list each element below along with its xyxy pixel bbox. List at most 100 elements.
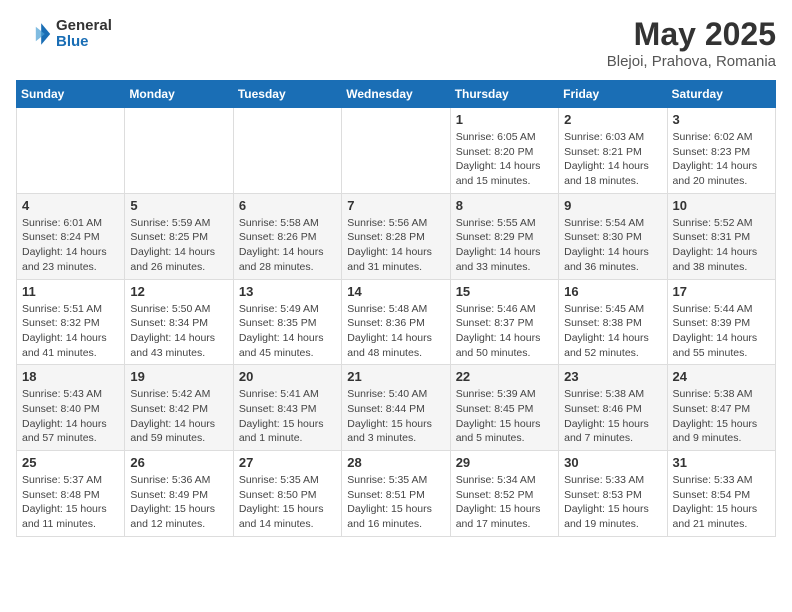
day-number: 1: [456, 112, 553, 127]
weekday-header-tuesday: Tuesday: [233, 81, 341, 108]
day-number: 6: [239, 198, 336, 213]
page-header: General Blue May 2025 Blejoi, Prahova, R…: [16, 16, 776, 70]
day-info: Sunrise: 5:35 AM Sunset: 8:50 PM Dayligh…: [239, 473, 336, 532]
empty-cell: [17, 108, 125, 194]
weekday-header-saturday: Saturday: [667, 81, 775, 108]
day-info: Sunrise: 5:54 AM Sunset: 8:30 PM Dayligh…: [564, 216, 661, 275]
day-info: Sunrise: 6:03 AM Sunset: 8:21 PM Dayligh…: [564, 130, 661, 189]
day-info: Sunrise: 5:52 AM Sunset: 8:31 PM Dayligh…: [673, 216, 770, 275]
day-number: 27: [239, 455, 336, 470]
day-info: Sunrise: 5:35 AM Sunset: 8:51 PM Dayligh…: [347, 473, 444, 532]
day-cell-18: 18Sunrise: 5:43 AM Sunset: 8:40 PM Dayli…: [17, 365, 125, 451]
day-number: 3: [673, 112, 770, 127]
day-cell-16: 16Sunrise: 5:45 AM Sunset: 8:38 PM Dayli…: [559, 279, 667, 365]
day-info: Sunrise: 5:59 AM Sunset: 8:25 PM Dayligh…: [130, 216, 227, 275]
week-row-2: 4Sunrise: 6:01 AM Sunset: 8:24 PM Daylig…: [17, 193, 776, 279]
day-cell-19: 19 Sunrise: 5:42 AM Sunset: 8:42 PM Dayli…: [125, 365, 233, 451]
day-info: Sunrise: 5:44 AM Sunset: 8:39 PM Dayligh…: [673, 302, 770, 361]
day-number: 23: [564, 369, 661, 384]
title-block: May 2025 Blejoi, Prahova, Romania: [607, 16, 776, 70]
empty-cell: [233, 108, 341, 194]
day-number: 11: [22, 284, 119, 299]
day-info: Sunrise: 6:02 AM Sunset: 8:23 PM Dayligh…: [673, 130, 770, 189]
day-cell-31: 31Sunrise: 5:33 AM Sunset: 8:54 PM Dayli…: [667, 451, 775, 537]
day-info: Sunrise: 5:55 AM Sunset: 8:29 PM Dayligh…: [456, 216, 553, 275]
day-cell-9: 9 Sunrise: 5:54 AM Sunset: 8:30 PM Daylig…: [559, 193, 667, 279]
day-number: 28: [347, 455, 444, 470]
day-number: 9: [564, 198, 661, 213]
day-info: Sunrise: 5:34 AM Sunset: 8:52 PM Dayligh…: [456, 473, 553, 532]
day-info: Sunrise: 5:33 AM Sunset: 8:53 PM Dayligh…: [564, 473, 661, 532]
week-row-3: 11Sunrise: 5:51 AM Sunset: 8:32 PM Dayli…: [17, 279, 776, 365]
weekday-header-monday: Monday: [125, 81, 233, 108]
logo-text: General Blue: [56, 18, 112, 51]
day-cell-25: 25 Sunrise: 5:37 AM Sunset: 8:48 PM Dayli…: [17, 451, 125, 537]
day-cell-1: 1 Sunrise: 6:05 AM Sunset: 8:20 PM Daylig…: [450, 108, 558, 194]
day-info: Sunrise: 5:46 AM Sunset: 8:37 PM Dayligh…: [456, 302, 553, 361]
day-info: Sunrise: 5:43 AM Sunset: 8:40 PM Dayligh…: [22, 387, 119, 446]
day-cell-5: 5 Sunrise: 5:59 AM Sunset: 8:25 PM Daylig…: [125, 193, 233, 279]
day-number: 21: [347, 369, 444, 384]
day-info: Sunrise: 5:38 AM Sunset: 8:47 PM Dayligh…: [673, 387, 770, 446]
day-number: 17: [673, 284, 770, 299]
day-cell-13: 13 Sunrise: 5:49 AM Sunset: 8:35 PM Dayli…: [233, 279, 341, 365]
day-number: 20: [239, 369, 336, 384]
day-info: Sunrise: 5:45 AM Sunset: 8:38 PM Dayligh…: [564, 302, 661, 361]
day-cell-12: 12Sunrise: 5:50 AM Sunset: 8:34 PM Dayli…: [125, 279, 233, 365]
day-number: 30: [564, 455, 661, 470]
day-cell-20: 20Sunrise: 5:41 AM Sunset: 8:43 PM Dayli…: [233, 365, 341, 451]
day-cell-6: 6 Sunrise: 5:58 AM Sunset: 8:26 PM Daylig…: [233, 193, 341, 279]
day-cell-23: 23Sunrise: 5:38 AM Sunset: 8:46 PM Dayli…: [559, 365, 667, 451]
day-number: 5: [130, 198, 227, 213]
day-cell-21: 21 Sunrise: 5:40 AM Sunset: 8:44 PM Dayli…: [342, 365, 450, 451]
day-number: 26: [130, 455, 227, 470]
day-cell-7: 7 Sunrise: 5:56 AM Sunset: 8:28 PM Daylig…: [342, 193, 450, 279]
day-number: 13: [239, 284, 336, 299]
day-info: Sunrise: 5:56 AM Sunset: 8:28 PM Dayligh…: [347, 216, 444, 275]
day-cell-28: 28 Sunrise: 5:35 AM Sunset: 8:51 PM Dayli…: [342, 451, 450, 537]
week-row-5: 25 Sunrise: 5:37 AM Sunset: 8:48 PM Dayli…: [17, 451, 776, 537]
day-number: 12: [130, 284, 227, 299]
weekday-header-row: SundayMondayTuesdayWednesdayThursdayFrid…: [17, 81, 776, 108]
day-number: 24: [673, 369, 770, 384]
day-number: 15: [456, 284, 553, 299]
day-number: 2: [564, 112, 661, 127]
day-number: 19: [130, 369, 227, 384]
weekday-header-sunday: Sunday: [17, 81, 125, 108]
empty-cell: [125, 108, 233, 194]
day-number: 14: [347, 284, 444, 299]
day-info: Sunrise: 5:40 AM Sunset: 8:44 PM Dayligh…: [347, 387, 444, 446]
day-info: Sunrise: 6:01 AM Sunset: 8:24 PM Dayligh…: [22, 216, 119, 275]
week-row-4: 18Sunrise: 5:43 AM Sunset: 8:40 PM Dayli…: [17, 365, 776, 451]
day-info: Sunrise: 5:58 AM Sunset: 8:26 PM Dayligh…: [239, 216, 336, 275]
week-row-1: 1 Sunrise: 6:05 AM Sunset: 8:20 PM Daylig…: [17, 108, 776, 194]
day-cell-29: 29 Sunrise: 5:34 AM Sunset: 8:52 PM Dayli…: [450, 451, 558, 537]
day-info: Sunrise: 5:39 AM Sunset: 8:45 PM Dayligh…: [456, 387, 553, 446]
weekday-header-wednesday: Wednesday: [342, 81, 450, 108]
day-number: 10: [673, 198, 770, 213]
day-info: Sunrise: 6:05 AM Sunset: 8:20 PM Dayligh…: [456, 130, 553, 189]
day-cell-17: 17 Sunrise: 5:44 AM Sunset: 8:39 PM Dayli…: [667, 279, 775, 365]
location: Blejoi, Prahova, Romania: [607, 53, 776, 70]
day-cell-26: 26Sunrise: 5:36 AM Sunset: 8:49 PM Dayli…: [125, 451, 233, 537]
day-number: 8: [456, 198, 553, 213]
day-cell-14: 14 Sunrise: 5:48 AM Sunset: 8:36 PM Dayli…: [342, 279, 450, 365]
day-cell-24: 24 Sunrise: 5:38 AM Sunset: 8:47 PM Dayli…: [667, 365, 775, 451]
day-cell-4: 4Sunrise: 6:01 AM Sunset: 8:24 PM Daylig…: [17, 193, 125, 279]
empty-cell: [342, 108, 450, 194]
logo: General Blue: [16, 16, 112, 52]
day-number: 29: [456, 455, 553, 470]
day-cell-30: 30 Sunrise: 5:33 AM Sunset: 8:53 PM Dayli…: [559, 451, 667, 537]
day-info: Sunrise: 5:37 AM Sunset: 8:48 PM Dayligh…: [22, 473, 119, 532]
day-cell-3: 3 Sunrise: 6:02 AM Sunset: 8:23 PM Daylig…: [667, 108, 775, 194]
month-year: May 2025: [607, 16, 776, 53]
day-number: 25: [22, 455, 119, 470]
day-cell-22: 22 Sunrise: 5:39 AM Sunset: 8:45 PM Dayli…: [450, 365, 558, 451]
day-number: 22: [456, 369, 553, 384]
day-info: Sunrise: 5:42 AM Sunset: 8:42 PM Dayligh…: [130, 387, 227, 446]
day-info: Sunrise: 5:48 AM Sunset: 8:36 PM Dayligh…: [347, 302, 444, 361]
day-cell-27: 27 Sunrise: 5:35 AM Sunset: 8:50 PM Dayli…: [233, 451, 341, 537]
day-number: 7: [347, 198, 444, 213]
day-number: 31: [673, 455, 770, 470]
day-info: Sunrise: 5:49 AM Sunset: 8:35 PM Dayligh…: [239, 302, 336, 361]
